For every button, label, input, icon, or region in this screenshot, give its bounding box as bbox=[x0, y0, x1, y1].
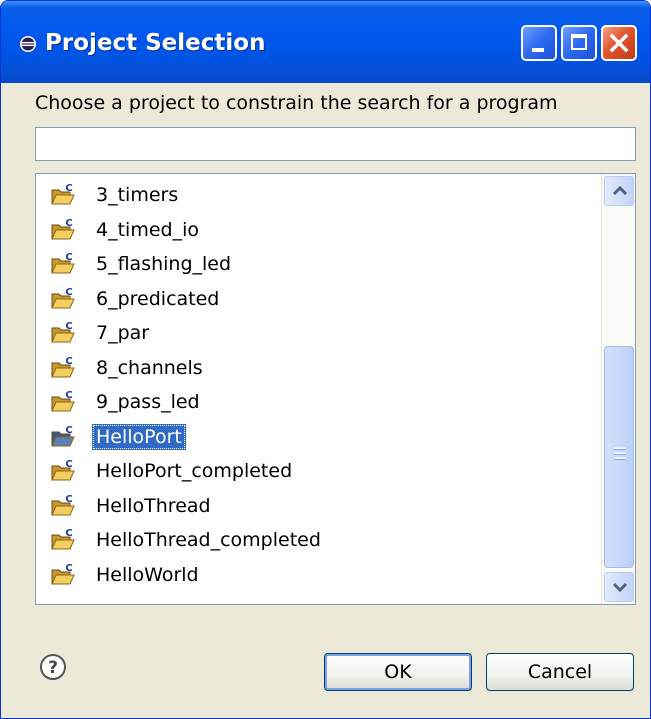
svg-text:C: C bbox=[65, 356, 72, 367]
help-icon[interactable]: ? bbox=[39, 653, 67, 681]
chevron-down-icon bbox=[612, 582, 628, 592]
list-item[interactable]: C HelloThread_completed bbox=[36, 523, 601, 557]
list-item[interactable]: C HelloWorld bbox=[36, 558, 601, 592]
c-project-folder-icon: C bbox=[51, 425, 75, 446]
svg-text:C: C bbox=[65, 528, 72, 539]
instruction-label: Choose a project to constrain the search… bbox=[35, 92, 558, 114]
list-item-label: 3_timers bbox=[96, 184, 179, 206]
scroll-down-button[interactable] bbox=[604, 572, 634, 602]
list-item-label: 6_predicated bbox=[96, 287, 220, 310]
filter-input[interactable] bbox=[35, 127, 636, 161]
svg-text:C: C bbox=[65, 494, 72, 505]
c-project-folder-icon: C bbox=[51, 356, 75, 377]
c-project-folder-icon: C bbox=[51, 252, 75, 274]
c-project-folder-icon: C bbox=[51, 321, 75, 343]
c-project-folder-icon: C bbox=[51, 183, 75, 205]
list-item-label: 8_channels bbox=[96, 356, 203, 379]
svg-text:C: C bbox=[65, 459, 72, 470]
ok-button[interactable]: OK bbox=[324, 653, 472, 691]
cancel-button[interactable]: Cancel bbox=[486, 653, 634, 691]
svg-text:?: ? bbox=[48, 658, 58, 678]
svg-text:C: C bbox=[65, 183, 72, 194]
list-item-label: 7_par bbox=[96, 322, 150, 344]
list-item-label: 5_flashing_led bbox=[96, 253, 232, 275]
scrollbar-thumb[interactable] bbox=[604, 346, 634, 568]
minimize-button[interactable] bbox=[521, 25, 557, 61]
c-project-folder-icon: C bbox=[51, 494, 75, 515]
project-selection-dialog: Project Selection Choose a project to co… bbox=[0, 0, 651, 719]
c-project-folder-icon: C bbox=[51, 528, 75, 550]
eclipse-icon bbox=[20, 36, 36, 52]
c-project-folder-icon: C bbox=[51, 563, 75, 584]
minimize-icon bbox=[532, 48, 544, 52]
svg-text:C: C bbox=[65, 287, 72, 298]
svg-text:C: C bbox=[65, 218, 72, 229]
close-icon bbox=[609, 33, 629, 53]
window-title: Project Selection bbox=[45, 30, 266, 56]
list-item[interactable]: C 4_timed_io bbox=[36, 213, 601, 247]
list-item[interactable]: C 6_predicated bbox=[36, 282, 601, 316]
svg-text:C: C bbox=[65, 321, 72, 332]
c-project-folder-icon: C bbox=[51, 218, 75, 239]
list-item-label: 4_timed_io bbox=[96, 218, 199, 241]
list-item[interactable]: C HelloPort_completed bbox=[36, 454, 601, 488]
list-item[interactable]: C 3_timers bbox=[36, 178, 601, 212]
list-item[interactable]: C 8_channels bbox=[36, 351, 601, 385]
c-project-folder-icon: C bbox=[51, 459, 75, 481]
c-project-folder-icon: C bbox=[51, 390, 75, 412]
list-item[interactable]: C HelloPort bbox=[36, 420, 601, 454]
list-item[interactable]: C 7_par bbox=[36, 316, 601, 350]
svg-text:C: C bbox=[65, 563, 72, 574]
list-item-label: HelloWorld bbox=[96, 563, 199, 586]
scroll-up-button[interactable] bbox=[604, 176, 634, 206]
scrollbar-grip bbox=[614, 447, 626, 450]
list-item[interactable]: C HelloThread bbox=[36, 489, 601, 523]
list-item-label: HelloPort bbox=[92, 423, 186, 450]
list-item-label: HelloPort_completed bbox=[96, 460, 293, 482]
svg-text:C: C bbox=[65, 425, 72, 436]
chevron-up-icon bbox=[612, 186, 628, 196]
close-button[interactable] bbox=[601, 25, 637, 61]
vertical-scrollbar[interactable] bbox=[601, 174, 635, 604]
svg-text:C: C bbox=[65, 252, 72, 263]
title-bar[interactable]: Project Selection bbox=[1, 1, 650, 83]
list-item-label: 9_pass_led bbox=[96, 391, 200, 413]
c-project-folder-icon: C bbox=[51, 287, 75, 308]
list-item[interactable]: C 9_pass_led bbox=[36, 385, 601, 419]
project-list[interactable]: C 3_timers C 4_timed_io C 5_flashing_led C 6_pr… bbox=[35, 173, 636, 605]
maximize-icon bbox=[571, 34, 587, 50]
scrollbar-grip bbox=[614, 452, 626, 455]
scrollbar-grip bbox=[614, 457, 626, 460]
list-item[interactable]: C 5_flashing_led bbox=[36, 247, 601, 281]
list-item-label: HelloThread bbox=[96, 494, 211, 517]
maximize-button[interactable] bbox=[561, 25, 597, 61]
svg-text:C: C bbox=[65, 390, 72, 401]
list-item-label: HelloThread_completed bbox=[96, 529, 321, 551]
